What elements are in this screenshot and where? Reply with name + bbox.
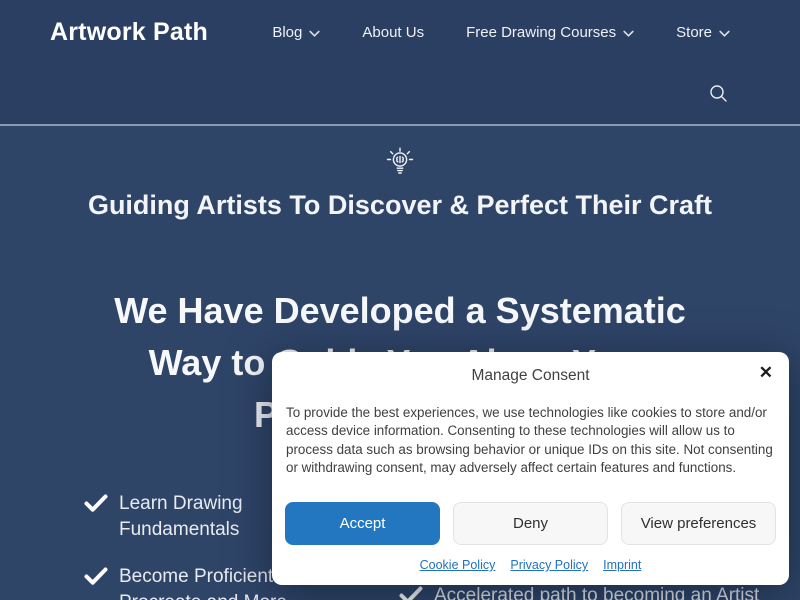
page: Artwork Path Blog About Us Free Drawing … (0, 0, 800, 600)
site-header: Artwork Path Blog About Us Free Drawing … (0, 0, 800, 124)
close-icon[interactable]: ✕ (759, 363, 773, 383)
chevron-down-icon (309, 30, 320, 38)
search-button[interactable] (706, 81, 730, 105)
check-icon (84, 493, 108, 543)
accept-button[interactable]: Accept (285, 502, 440, 545)
chevron-down-icon (719, 30, 730, 38)
lightbulb-icon (383, 146, 417, 180)
nav-item-label: About Us (362, 24, 424, 41)
nav-item-store[interactable]: Store (676, 24, 730, 41)
check-icon (84, 566, 108, 600)
imprint-link[interactable]: Imprint (603, 558, 641, 572)
nav-item-free-drawing-courses[interactable]: Free Drawing Courses (466, 24, 634, 41)
privacy-policy-link[interactable]: Privacy Policy (510, 558, 588, 572)
checklist-item: Accelerated path to becoming an Artist (399, 583, 799, 600)
site-title[interactable]: Artwork Path (50, 18, 208, 47)
nav-item-blog[interactable]: Blog (272, 24, 320, 41)
checklist-item-label: Accelerated path to becoming an Artist (434, 583, 799, 600)
consent-buttons-row: Accept Deny View preferences (285, 502, 776, 545)
consent-links-row: Cookie Policy Privacy Policy Imprint (272, 558, 789, 572)
consent-modal-body: To provide the best experiences, we use … (286, 404, 773, 477)
consent-modal: Manage Consent ✕ To provide the best exp… (272, 352, 789, 585)
check-icon (399, 585, 423, 600)
cookie-policy-link[interactable]: Cookie Policy (420, 558, 496, 572)
view-preferences-button[interactable]: View preferences (621, 502, 776, 545)
chevron-down-icon (623, 30, 634, 38)
consent-modal-title: Manage Consent (272, 367, 789, 385)
nav-item-label: Blog (272, 24, 302, 41)
header-top-row: Artwork Path Blog About Us Free Drawing … (0, 0, 800, 47)
search-icon (709, 84, 728, 103)
deny-button[interactable]: Deny (453, 502, 608, 545)
nav-item-label: Store (676, 24, 712, 41)
nav-item-label: Free Drawing Courses (466, 24, 616, 41)
header-search-row (0, 47, 800, 105)
nav-item-about-us[interactable]: About Us (362, 24, 424, 41)
main-nav: Blog About Us Free Drawing Courses Store (272, 24, 730, 41)
hero-tagline: Guiding Artists To Discover & Perfect Th… (80, 184, 720, 226)
